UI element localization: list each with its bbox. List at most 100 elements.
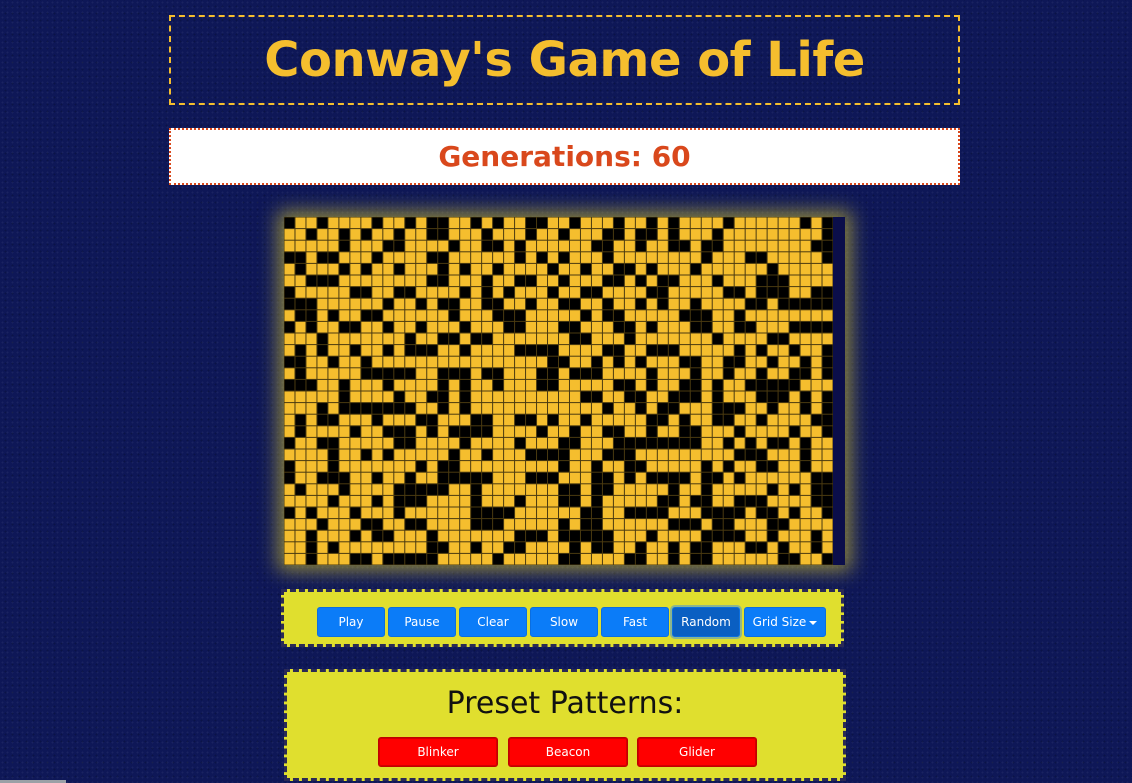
- cell-dead[interactable]: [515, 356, 526, 368]
- cell-alive[interactable]: [646, 530, 657, 542]
- cell-dead[interactable]: [537, 519, 548, 530]
- cell-alive[interactable]: [668, 240, 679, 252]
- cell-alive[interactable]: [591, 542, 602, 553]
- cell-alive[interactable]: [624, 472, 635, 484]
- cell-dead[interactable]: [537, 356, 548, 368]
- cell-alive[interactable]: [624, 333, 635, 345]
- cell-dead[interactable]: [657, 379, 668, 391]
- cell-alive[interactable]: [646, 263, 657, 275]
- cell-alive[interactable]: [284, 379, 295, 391]
- cell-dead[interactable]: [580, 437, 591, 449]
- cell-alive[interactable]: [701, 553, 712, 565]
- cell-dead[interactable]: [723, 495, 734, 507]
- cell-alive[interactable]: [602, 530, 613, 542]
- cell-dead[interactable]: [317, 321, 328, 333]
- cell-alive[interactable]: [559, 229, 569, 240]
- cell-alive[interactable]: [591, 368, 602, 379]
- cell-dead[interactable]: [504, 495, 515, 507]
- cell-dead[interactable]: [328, 287, 339, 298]
- cell-dead[interactable]: [580, 542, 591, 553]
- cell-dead[interactable]: [383, 542, 394, 553]
- cell-dead[interactable]: [701, 263, 712, 275]
- cell-alive[interactable]: [460, 472, 471, 484]
- cell-dead[interactable]: [657, 263, 668, 275]
- cell-dead[interactable]: [701, 414, 712, 426]
- cell-dead[interactable]: [504, 229, 515, 240]
- cell-dead[interactable]: [372, 287, 383, 298]
- cell-dead[interactable]: [449, 345, 460, 356]
- cell-dead[interactable]: [361, 461, 372, 472]
- cell-alive[interactable]: [767, 519, 778, 530]
- cell-dead[interactable]: [339, 368, 350, 379]
- cell-alive[interactable]: [372, 472, 383, 484]
- cell-alive[interactable]: [438, 333, 449, 345]
- cell-dead[interactable]: [569, 449, 580, 461]
- cell-dead[interactable]: [800, 252, 811, 263]
- cell-dead[interactable]: [372, 426, 383, 437]
- cell-dead[interactable]: [679, 553, 690, 565]
- cell-dead[interactable]: [482, 461, 493, 472]
- cell-dead[interactable]: [526, 368, 537, 379]
- cell-dead[interactable]: [723, 345, 734, 356]
- cell-alive[interactable]: [416, 345, 427, 356]
- cell-dead[interactable]: [493, 472, 504, 484]
- cell-dead[interactable]: [328, 519, 339, 530]
- cell-alive[interactable]: [778, 287, 789, 298]
- cell-alive[interactable]: [537, 426, 548, 437]
- cell-alive[interactable]: [339, 484, 350, 495]
- cell-dead[interactable]: [635, 472, 646, 484]
- cell-alive[interactable]: [591, 356, 602, 368]
- cell-dead[interactable]: [328, 379, 339, 391]
- cell-dead[interactable]: [789, 437, 800, 449]
- cell-dead[interactable]: [778, 403, 789, 414]
- cell-alive[interactable]: [350, 345, 361, 356]
- cell-dead[interactable]: [800, 333, 811, 345]
- cell-dead[interactable]: [306, 356, 317, 368]
- cell-alive[interactable]: [734, 356, 745, 368]
- cell-dead[interactable]: [460, 333, 471, 345]
- cell-dead[interactable]: [372, 437, 383, 449]
- cell-dead[interactable]: [372, 240, 383, 252]
- cell-dead[interactable]: [449, 519, 460, 530]
- cell-dead[interactable]: [526, 252, 537, 263]
- cell-alive[interactable]: [537, 217, 548, 229]
- cell-alive[interactable]: [811, 240, 822, 252]
- cell-dead[interactable]: [339, 333, 350, 345]
- cell-dead[interactable]: [504, 356, 515, 368]
- cell-alive[interactable]: [328, 461, 339, 472]
- cell-alive[interactable]: [767, 287, 778, 298]
- cell-dead[interactable]: [350, 495, 361, 507]
- cell-dead[interactable]: [339, 437, 350, 449]
- cell-alive[interactable]: [723, 461, 734, 472]
- cell-dead[interactable]: [471, 321, 482, 333]
- cell-dead[interactable]: [482, 263, 493, 275]
- cell-dead[interactable]: [690, 333, 701, 345]
- cell-alive[interactable]: [427, 229, 438, 240]
- cell-alive[interactable]: [405, 333, 416, 345]
- cell-dead[interactable]: [317, 507, 328, 519]
- cell-alive[interactable]: [405, 287, 416, 298]
- cell-dead[interactable]: [537, 403, 548, 414]
- cell-alive[interactable]: [657, 472, 668, 484]
- cell-alive[interactable]: [745, 495, 756, 507]
- cell-dead[interactable]: [635, 345, 646, 356]
- cell-alive[interactable]: [679, 437, 690, 449]
- cell-dead[interactable]: [526, 553, 537, 565]
- cell-dead[interactable]: [569, 472, 580, 484]
- cell-dead[interactable]: [591, 321, 602, 333]
- cell-alive[interactable]: [569, 426, 580, 437]
- cell-dead[interactable]: [635, 252, 646, 263]
- cell-dead[interactable]: [350, 519, 361, 530]
- cell-dead[interactable]: [701, 391, 712, 403]
- cell-dead[interactable]: [317, 263, 328, 275]
- cell-dead[interactable]: [613, 553, 624, 565]
- cell-dead[interactable]: [504, 437, 515, 449]
- cell-dead[interactable]: [591, 403, 602, 414]
- cell-alive[interactable]: [635, 229, 646, 240]
- cell-dead[interactable]: [394, 414, 405, 426]
- cell-dead[interactable]: [295, 461, 306, 472]
- cell-alive[interactable]: [602, 426, 613, 437]
- cell-dead[interactable]: [526, 461, 537, 472]
- cell-alive[interactable]: [701, 530, 712, 542]
- cell-dead[interactable]: [416, 287, 427, 298]
